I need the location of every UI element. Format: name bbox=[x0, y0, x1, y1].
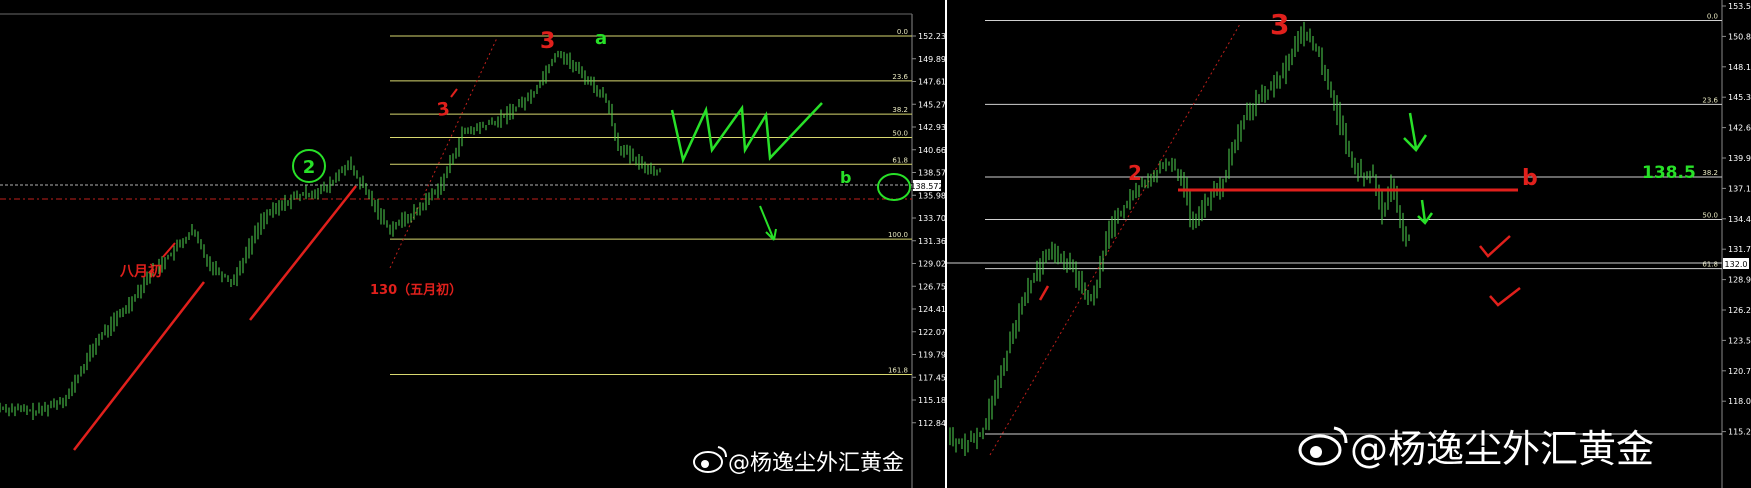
right-axis-tick-label: 148.1 bbox=[1728, 63, 1751, 72]
right-chart-background bbox=[947, 0, 1751, 488]
right-axis-tick-label: 142.6 bbox=[1728, 124, 1751, 133]
left-chart-background bbox=[0, 0, 945, 488]
right-current-price: 132.0 bbox=[1725, 260, 1748, 269]
right-wave-2-label: 2 bbox=[1128, 161, 1142, 185]
right-axis-tick-label: 139.9 bbox=[1728, 154, 1751, 163]
left-fib-label: 50.0 bbox=[892, 130, 908, 138]
right-axis-tick-label: 123.5 bbox=[1728, 336, 1751, 345]
right-fib-label: 23.6 bbox=[1702, 96, 1718, 104]
left-fib-label: 61.8 bbox=[892, 156, 908, 164]
right-axis-tick-label: 115.2 bbox=[1728, 428, 1751, 437]
right-axis-tick-label: 128.9 bbox=[1728, 276, 1751, 285]
left-wave-a-label: a bbox=[595, 28, 607, 49]
right-fib-label: 0.0 bbox=[1707, 13, 1718, 21]
right-target-price: 138.5 bbox=[1642, 163, 1696, 183]
left-chart-panel: 0.023.638.250.061.8100.0161.8 152.230149… bbox=[0, 0, 951, 488]
right-axis-tick-label: 137.1 bbox=[1728, 184, 1751, 193]
right-axis-tick-label: 153.5 bbox=[1728, 2, 1751, 11]
right-wave-3-label: 3 bbox=[1270, 8, 1289, 41]
left-fib-label: 38.2 bbox=[892, 106, 908, 114]
right-axis-tick-label: 118.0 bbox=[1728, 397, 1751, 406]
right-axis-tick-label: 131.7 bbox=[1728, 245, 1751, 254]
left-fib-label: 23.6 bbox=[892, 73, 908, 81]
right-axis-tick-label: 126.2 bbox=[1728, 306, 1751, 315]
right-fib-label: 50.0 bbox=[1702, 211, 1718, 219]
left-early-august-label: 八月初 bbox=[119, 263, 162, 280]
right-fib-label: 61.8 bbox=[1702, 261, 1718, 269]
right-fib-label: 38.2 bbox=[1702, 169, 1718, 177]
right-axis-tick-label: 145.3 bbox=[1728, 93, 1751, 102]
left-wave-2-label: 2 bbox=[303, 157, 316, 178]
left-watermark: @杨逸尘外汇黄金 bbox=[728, 451, 904, 476]
right-chart-panel: 0.0 23.6 38.2 50.0 61.8 153.5 150.8 148.1 145.3… bbox=[947, 0, 1751, 488]
right-axis-tick-label: 150.8 bbox=[1728, 32, 1751, 41]
panel-divider bbox=[945, 0, 947, 488]
right-wave-b-label: b bbox=[1522, 166, 1538, 191]
left-current-price: 138.572 bbox=[910, 182, 943, 191]
left-fib-label: 161.8 bbox=[888, 366, 908, 374]
left-may-low-label: 130（五月初） bbox=[370, 282, 462, 298]
dual-chart-canvas: 0.023.638.250.061.8100.0161.8 152.230149… bbox=[0, 0, 1751, 488]
left-wave-b-label: b bbox=[840, 168, 851, 187]
right-axis-tick-label: 134.4 bbox=[1728, 215, 1751, 224]
right-watermark: @杨逸尘外汇黄金 bbox=[1350, 427, 1654, 471]
left-fib-label: 100.0 bbox=[888, 231, 908, 239]
left-wave-3-label: 3 bbox=[540, 29, 555, 54]
right-axis-tick-label: 120.7 bbox=[1728, 367, 1751, 376]
left-fib-label: 0.0 bbox=[897, 28, 908, 36]
